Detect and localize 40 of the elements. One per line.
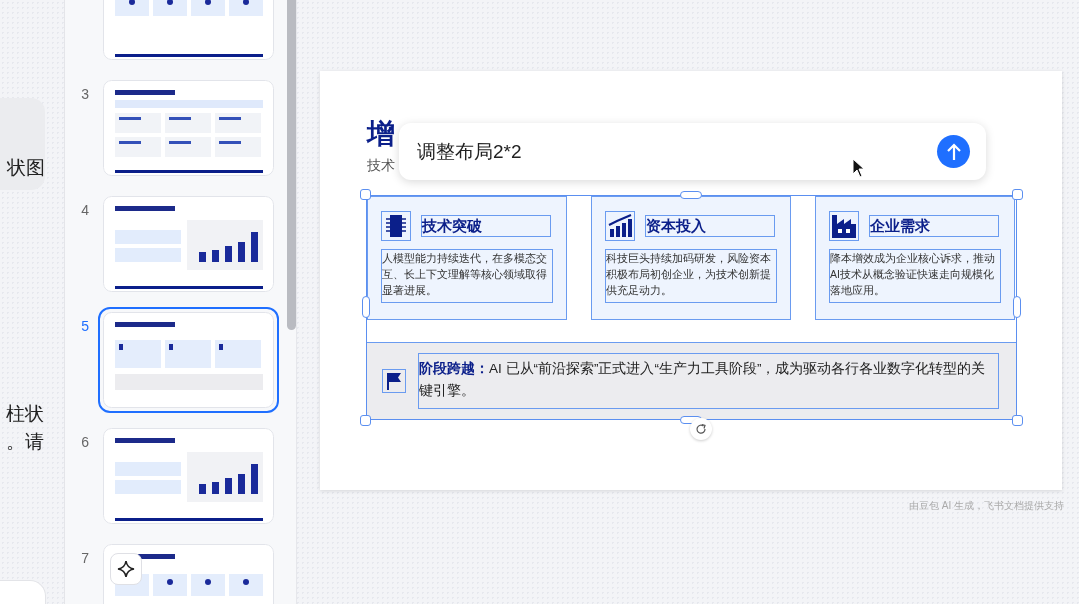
prompt-field[interactable]: 调整布局2*2: [417, 140, 937, 163]
factory-icon: [831, 213, 857, 239]
card-text: 降本增效成为企业核心诉求，推动AI技术从概念验证快速走向规模化落地应用。: [829, 249, 1001, 303]
card-text: 科技巨头持续加码研发，风险资本积极布局初创企业，为技术创新提供充足动力。: [605, 249, 777, 303]
slide-number: 5: [81, 318, 89, 334]
resize-handle[interactable]: [360, 189, 371, 200]
scrollbar[interactable]: [287, 0, 296, 330]
resize-handle[interactable]: [360, 415, 371, 426]
send-button[interactable]: [937, 135, 970, 168]
card-title: 企业需求: [869, 215, 999, 237]
card-title: 资本投入: [645, 215, 775, 237]
slide-title: 增: [367, 117, 395, 151]
resize-handle[interactable]: [1013, 296, 1021, 318]
slide-subtitle: 技术: [367, 156, 395, 175]
selection-frame[interactable]: 技术突破 人模型能力持续迭代，在多模态交互、长上下文理解等核心领域取得显著进展。 资本投入 科技巨头持续加码研发，风险资本积极布局初创企业，为技术创新提供充足动力。 企业需求 降本增效成为企业核心诉求，推动AI技术从概念验证快速走向规模化落地应用。 阶段跨越：AI 已从“前沿探索”正式进入“生产力工具阶段”，成为驱动各行各业数字化转型的关键引擎。: [366, 195, 1017, 420]
message-text: 柱状: [6, 402, 44, 426]
sparkle-icon: [117, 560, 135, 578]
chat-input-field[interactable]: [0, 580, 46, 604]
resize-handle[interactable]: [1012, 189, 1023, 200]
flag-icon: [382, 369, 406, 393]
rotate-icon: [695, 423, 707, 435]
resize-handle[interactable]: [362, 296, 370, 318]
footer-note: 由豆包 AI 生成，飞书文档提供支持: [909, 499, 1064, 513]
rotate-handle[interactable]: [690, 418, 712, 440]
message-text: 状图: [7, 156, 45, 180]
slide-number: 6: [81, 434, 89, 450]
card-title: 技术突破: [421, 215, 551, 237]
slide-number: 7: [81, 550, 89, 566]
slide-number: 4: [81, 202, 89, 218]
slide-thumbnail[interactable]: [98, 307, 279, 413]
message-text: 。请: [6, 430, 44, 454]
ai-button[interactable]: [110, 553, 142, 585]
chip-icon: [383, 213, 409, 239]
card-text: 人模型能力持续迭代，在多模态交互、长上下文理解等核心领域取得显著进展。: [381, 249, 553, 303]
up-arrow-icon: [945, 142, 962, 161]
banner-text: 阶段跨越：AI 已从“前沿探索”正式进入“生产力工具阶段”，成为驱动各行各业数字化转型的关键引擎。: [418, 353, 999, 409]
bar-chart-icon: [607, 213, 633, 239]
resize-handle[interactable]: [680, 191, 702, 199]
resize-handle[interactable]: [1012, 415, 1023, 426]
slide-number: 3: [81, 86, 89, 102]
